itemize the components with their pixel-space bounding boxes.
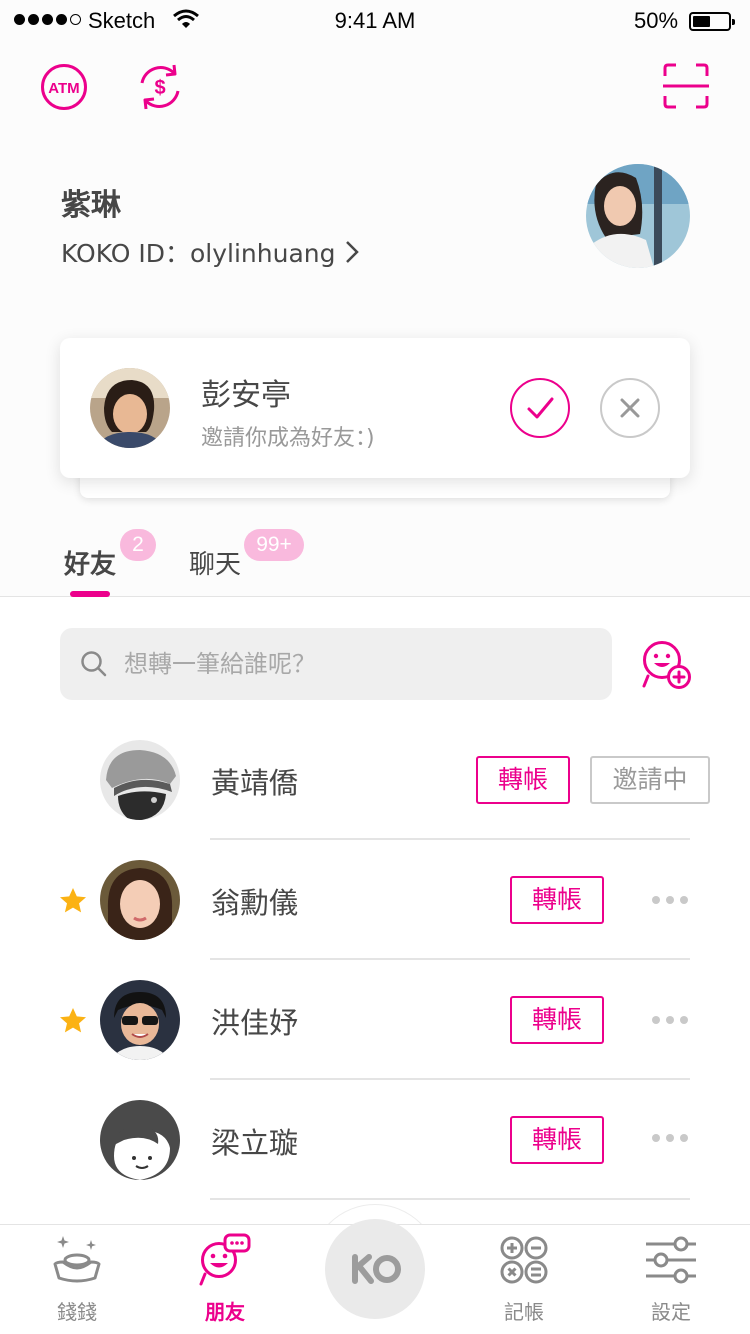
transfer-button[interactable]: 轉帳: [510, 1116, 604, 1164]
search-box[interactable]: [60, 628, 612, 700]
invite-message: 邀請你成為好友：): [201, 426, 375, 451]
friend-avatar: [100, 860, 180, 940]
add-friend-icon[interactable]: [640, 640, 692, 690]
more-options-button[interactable]: [652, 1130, 692, 1146]
more-options-button[interactable]: [652, 892, 692, 908]
atm-icon[interactable]: ATM: [40, 63, 88, 111]
friends-badge: 2: [120, 529, 156, 561]
row-divider: [210, 1198, 690, 1200]
svg-text:$: $: [154, 77, 165, 99]
friend-invite-card: 彭安亭 邀請你成為好友：): [60, 338, 690, 478]
koko-id-label: KOKO ID：olylinhuang: [61, 239, 336, 268]
tabs-divider: [0, 596, 750, 597]
transfer-button[interactable]: 轉帳: [510, 876, 604, 924]
money-icon: [53, 1236, 101, 1283]
currency-exchange-icon[interactable]: $: [134, 61, 186, 113]
tab-label: 設定: [651, 1300, 691, 1324]
ko-button[interactable]: KO: [325, 1219, 425, 1319]
close-icon: [620, 398, 640, 418]
accept-button[interactable]: [510, 378, 570, 438]
friend-name: 洪佳妤: [211, 1006, 299, 1040]
friend-avatar: [100, 740, 180, 820]
chat-badge: 99+: [244, 529, 304, 561]
tab-friends[interactable]: 好友: [64, 544, 116, 581]
tab-friends-bottom[interactable]: 朋友: [175, 1232, 275, 1325]
friend-row[interactable]: 黃靖僑 轉帳 邀請中: [0, 720, 750, 840]
tab-chat[interactable]: 聊天: [189, 544, 241, 581]
tab-label: 記帳: [504, 1300, 544, 1324]
friend-row[interactable]: 翁勳儀 轉帳: [0, 840, 750, 960]
inviting-status-button[interactable]: 邀請中: [590, 756, 710, 804]
ko-logo-icon: [352, 1254, 401, 1284]
friend-name: 黃靖僑: [211, 766, 299, 800]
tab-label: 錢錢: [57, 1300, 97, 1324]
friend-row[interactable]: 梁立璇 轉帳: [0, 1080, 750, 1200]
star-icon: [60, 1008, 86, 1033]
more-options-button[interactable]: [652, 1012, 692, 1028]
tab-money[interactable]: 錢錢: [27, 1232, 127, 1325]
inviter-name: 彭安亭: [201, 378, 291, 413]
search-icon: [81, 651, 107, 677]
friend-name: 梁立璇: [211, 1126, 299, 1160]
friend-avatar: [100, 980, 180, 1060]
star-icon: [60, 888, 86, 913]
scan-icon[interactable]: [662, 62, 710, 110]
calculator-icon: [500, 1236, 548, 1284]
active-tab-indicator: [70, 591, 110, 597]
friend-avatar: [100, 1100, 180, 1180]
status-bar: Sketch 9:41 AM 50%: [0, 0, 750, 40]
friend-name: 翁勳儀: [211, 886, 299, 920]
battery-icon: [689, 12, 735, 31]
friends-icon: [199, 1233, 251, 1286]
tab-settings[interactable]: 設定: [621, 1232, 721, 1325]
transfer-button[interactable]: 轉帳: [476, 756, 570, 804]
friend-row[interactable]: 洪佳妤 轉帳: [0, 960, 750, 1080]
transfer-button[interactable]: 轉帳: [510, 996, 604, 1044]
decline-button[interactable]: [600, 378, 660, 438]
header-area: [0, 0, 750, 597]
koko-id-link[interactable]: KOKO ID：olylinhuang: [61, 234, 360, 270]
settings-icon: [646, 1236, 696, 1284]
tab-label: 朋友: [205, 1300, 245, 1324]
profile-name: 紫琳: [61, 188, 121, 223]
chevron-right-icon: [346, 241, 360, 263]
tab-accounting[interactable]: 記帳: [474, 1232, 574, 1325]
profile-avatar[interactable]: [586, 164, 690, 268]
battery-percent: 50%: [634, 8, 679, 33]
search-input[interactable]: [124, 628, 594, 700]
svg-text:ATM: ATM: [48, 80, 79, 97]
invite-avatar: [90, 368, 170, 448]
check-icon: [527, 397, 554, 419]
